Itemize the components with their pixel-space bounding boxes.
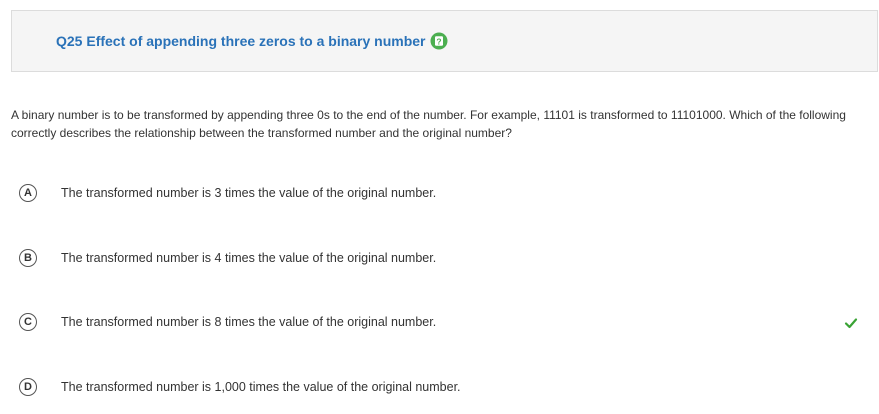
question-prompt: A binary number is to be transformed by … <box>11 108 846 140</box>
option-text: The transformed number is 1,000 times th… <box>61 380 461 394</box>
answer-option-a[interactable]: A The transformed number is 3 times the … <box>18 182 868 206</box>
option-letter-badge: C <box>19 313 37 331</box>
option-text: The transformed number is 4 times the va… <box>61 251 437 265</box>
answer-option-b[interactable]: B The transformed number is 4 times the … <box>18 247 868 271</box>
option-letter-badge: B <box>19 249 37 267</box>
option-text: The transformed number is 8 times the va… <box>61 315 437 329</box>
option-letter-badge: A <box>19 184 37 202</box>
answer-option-d[interactable]: D The transformed number is 1,000 times … <box>18 376 868 400</box>
correct-check-icon <box>844 316 858 330</box>
question-page: Q25 Effect of appending three zeros to a… <box>0 0 879 414</box>
answer-option-c[interactable]: C The transformed number is 8 times the … <box>18 311 868 335</box>
svg-text:?: ? <box>436 36 441 46</box>
question-title: Q25 Effect of appending three zeros to a… <box>56 33 426 49</box>
option-letter-badge: D <box>19 378 37 396</box>
option-text: The transformed number is 3 times the va… <box>61 186 437 200</box>
question-header: Q25 Effect of appending three zeros to a… <box>11 10 878 72</box>
question-mark-icon[interactable]: ? <box>430 32 448 50</box>
